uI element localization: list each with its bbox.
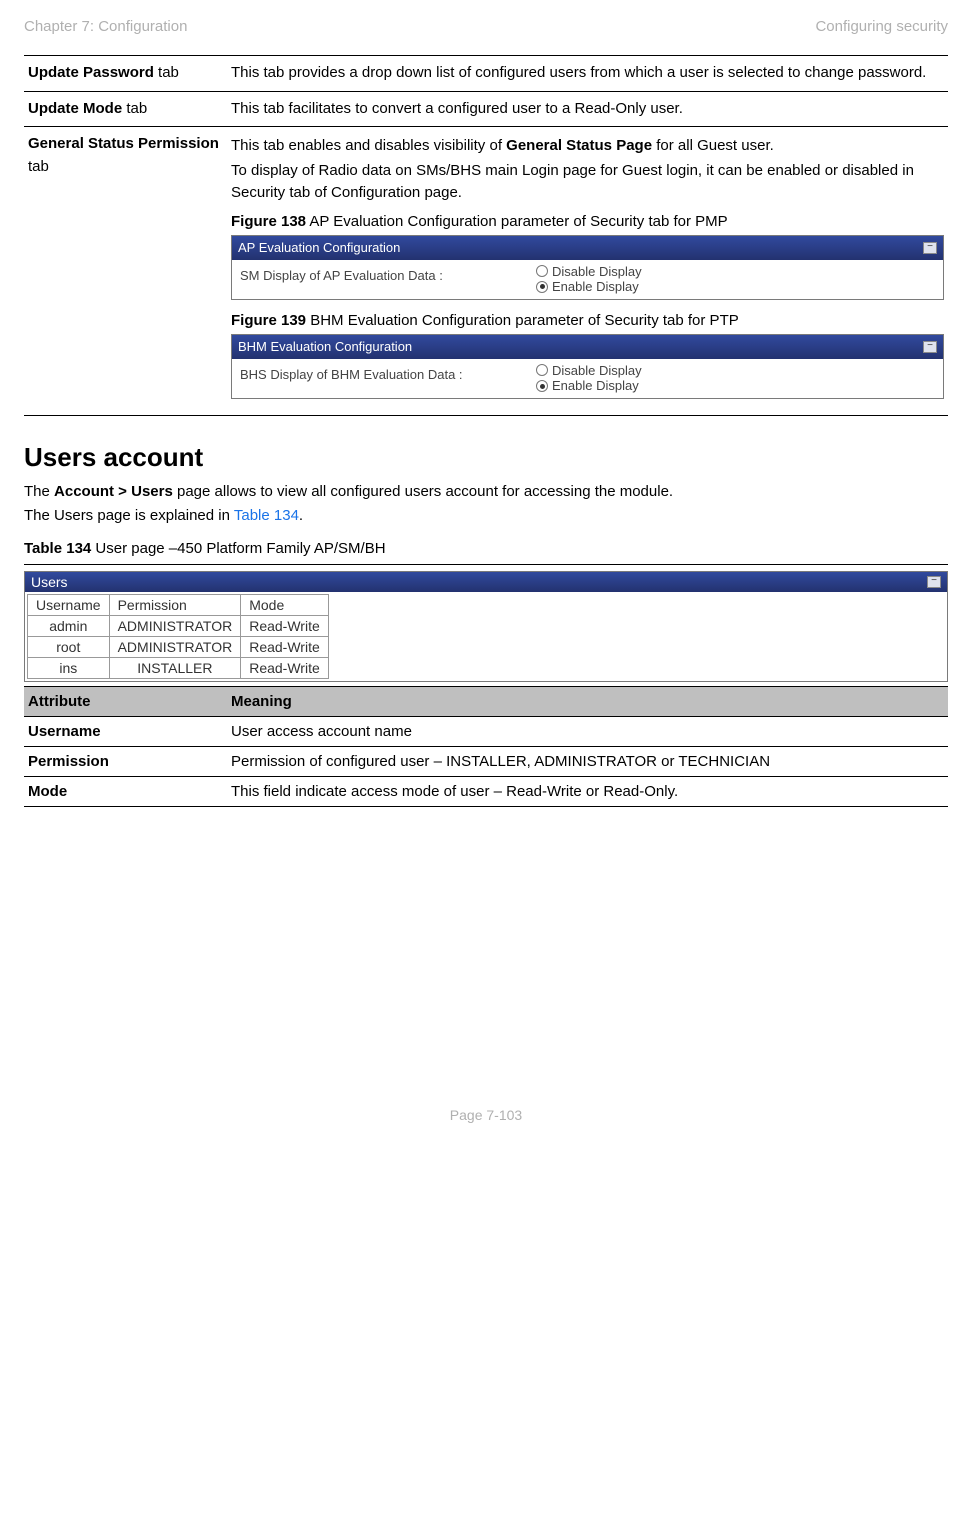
attr-meaning: User access account name [227, 717, 948, 746]
figure-138-num: Figure 138 [231, 213, 306, 230]
attr-name: Permission [24, 747, 227, 776]
page-number: Page 7-103 [24, 1107, 948, 1123]
table-header-row: Username Permission Mode [28, 595, 329, 616]
cell-username: root [28, 637, 110, 658]
users-account-para1: The Account > Users page allows to view … [24, 481, 948, 504]
attr-meaning: This field indicate access mode of user … [227, 777, 948, 806]
attr-row-permission: Permission Permission of configured user… [24, 747, 948, 777]
panel-collapse-icon[interactable]: − [923, 242, 937, 254]
general-status-permission-tab-label: General Status Permission [28, 135, 219, 152]
bhm-eval-panel-title: BHM Evaluation Configuration [238, 337, 412, 357]
col-username: Username [28, 595, 110, 616]
users-panel-title: Users [31, 574, 68, 590]
p2-pre: The Users page is explained in [24, 507, 234, 524]
table-row: ins INSTALLER Read-Write [28, 658, 329, 679]
cell-permission: INSTALLER [109, 658, 241, 679]
section-label: Configuring security [815, 18, 948, 35]
attr-row-mode: Mode This field indicate access mode of … [24, 777, 948, 807]
ap-eval-field-label: SM Display of AP Evaluation Data : [232, 260, 528, 299]
col-mode: Mode [241, 595, 329, 616]
enable-display-radio[interactable] [536, 281, 548, 293]
tabs-definition-table: Update Password tab This tab provides a … [24, 55, 948, 416]
figure-138-text: AP Evaluation Configuration parameter of… [306, 213, 728, 230]
tab-suffix: tab [28, 158, 49, 175]
gsp-desc-para2: To display of Radio data on SMs/BHS main… [231, 160, 944, 205]
users-panel: Users − Username Permission Mode admin A… [24, 571, 948, 682]
figure-139-text: BHM Evaluation Configuration parameter o… [306, 312, 739, 329]
attribute-meaning-header: Attribute Meaning [24, 686, 948, 717]
users-table: Username Permission Mode admin ADMINISTR… [27, 594, 329, 679]
p2-post: . [299, 507, 303, 524]
update-mode-tab-label: Update Mode [28, 100, 122, 117]
meaning-col-header: Meaning [227, 687, 948, 716]
attr-row-username: Username User access account name [24, 717, 948, 747]
disable-display-label: Disable Display [552, 264, 642, 280]
ap-eval-config-panel: AP Evaluation Configuration − SM Display… [231, 235, 944, 300]
update-password-tab-label: Update Password [28, 64, 154, 81]
disable-display-radio[interactable] [536, 364, 548, 376]
gsp-desc-bold: General Status Page [506, 137, 652, 154]
bhm-eval-field-label: BHS Display of BHM Evaluation Data : [232, 359, 528, 398]
page-header: Chapter 7: Configuration Configuring sec… [24, 18, 948, 35]
panel-collapse-icon[interactable]: − [923, 341, 937, 353]
update-mode-tab-desc: This tab facilitates to convert a config… [227, 91, 948, 127]
table-row: admin ADMINISTRATOR Read-Write [28, 616, 329, 637]
cell-mode: Read-Write [241, 616, 329, 637]
chapter-label: Chapter 7: Configuration [24, 18, 187, 35]
p1-post: page allows to view all configured users… [173, 483, 673, 500]
gsp-desc-pre: This tab enables and disables visibility… [231, 137, 506, 154]
disable-display-label: Disable Display [552, 363, 642, 379]
users-account-heading: Users account [24, 442, 948, 473]
figure-138-caption: Figure 138 AP Evaluation Configuration p… [231, 211, 944, 234]
cell-permission: ADMINISTRATOR [109, 616, 241, 637]
tbl-caption-bold: Table 134 [24, 540, 91, 557]
col-permission: Permission [109, 595, 241, 616]
table-134-link[interactable]: Table 134 [234, 507, 299, 524]
update-password-tab-desc: This tab provides a drop down list of co… [227, 56, 948, 92]
p1-bold: Account > Users [54, 483, 173, 500]
users-account-para2: The Users page is explained in Table 134… [24, 505, 948, 528]
p1-pre: The [24, 483, 54, 500]
enable-display-label: Enable Display [552, 378, 639, 394]
panel-collapse-icon[interactable]: − [927, 576, 941, 588]
table-row: root ADMINISTRATOR Read-Write [28, 637, 329, 658]
attr-col-header: Attribute [24, 687, 227, 716]
cell-username: ins [28, 658, 110, 679]
attr-meaning: Permission of configured user – INSTALLE… [227, 747, 948, 776]
tbl-caption-rest: User page –450 Platform Family AP/SM/BH [91, 540, 385, 557]
attr-name: Mode [24, 777, 227, 806]
table-134-caption: Table 134 User page –450 Platform Family… [24, 538, 948, 561]
cell-mode: Read-Write [241, 658, 329, 679]
attr-name: Username [24, 717, 227, 746]
enable-display-radio[interactable] [536, 380, 548, 392]
figure-139-caption: Figure 139 BHM Evaluation Configuration … [231, 310, 944, 333]
general-status-permission-tab-desc: This tab enables and disables visibility… [227, 127, 948, 416]
gsp-desc-post: for all Guest user. [652, 137, 774, 154]
disable-display-radio[interactable] [536, 265, 548, 277]
bhm-eval-config-panel: BHM Evaluation Configuration − BHS Displ… [231, 334, 944, 399]
tab-suffix: tab [122, 100, 147, 117]
cell-mode: Read-Write [241, 637, 329, 658]
cell-permission: ADMINISTRATOR [109, 637, 241, 658]
tab-suffix: tab [154, 64, 179, 81]
enable-display-label: Enable Display [552, 279, 639, 295]
figure-139-num: Figure 139 [231, 312, 306, 329]
cell-username: admin [28, 616, 110, 637]
ap-eval-panel-title: AP Evaluation Configuration [238, 238, 400, 258]
